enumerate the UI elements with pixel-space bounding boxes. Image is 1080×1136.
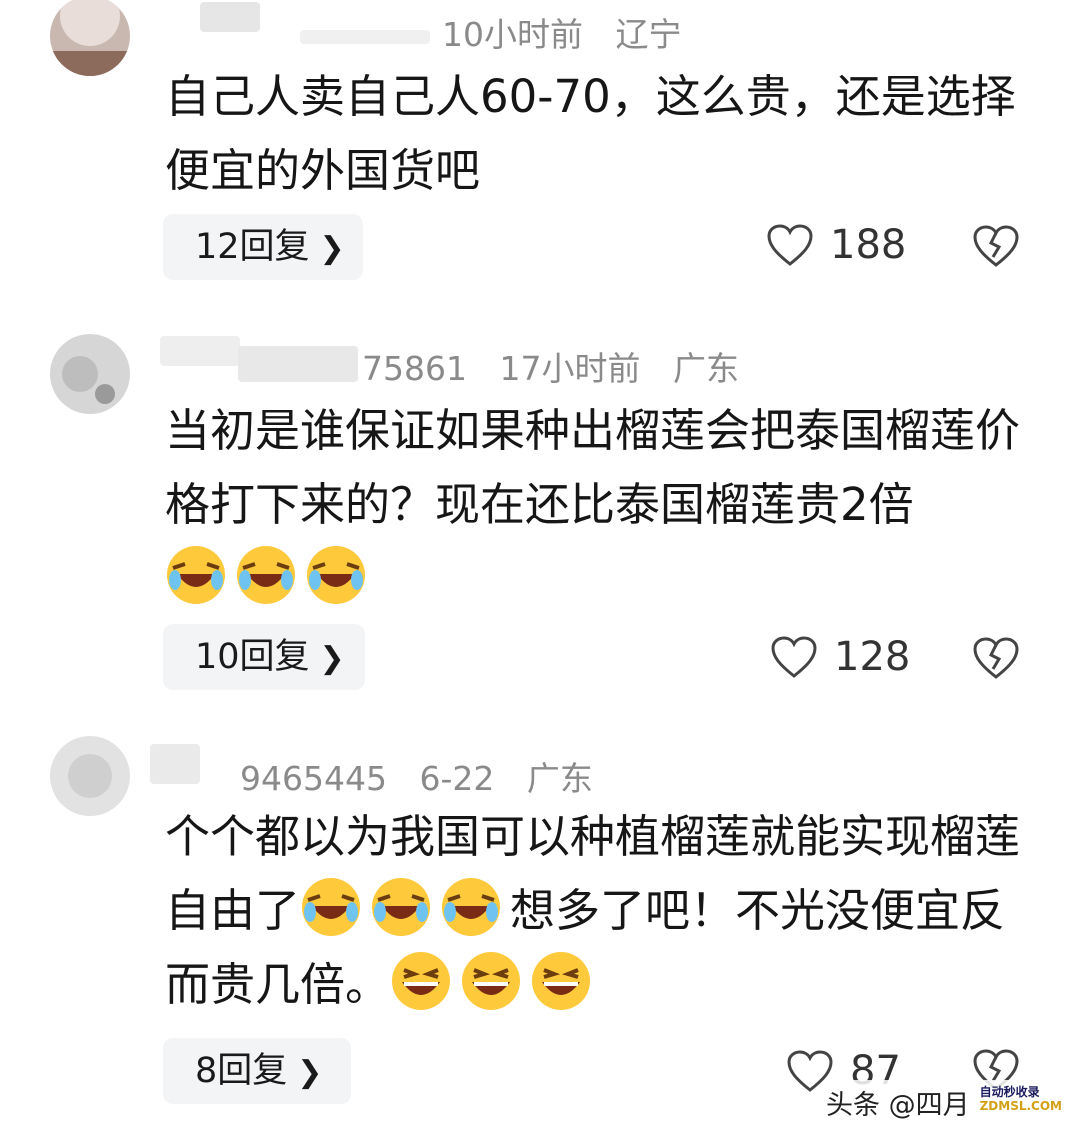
grin-emoji	[460, 950, 522, 1012]
username-blurred	[150, 744, 200, 784]
avatar[interactable]	[50, 736, 130, 816]
dislike-button[interactable]	[972, 636, 1020, 684]
laugh-cry-emoji	[440, 876, 502, 938]
watermark-logo: 自动秒收录 ZDMSL.COM	[980, 1085, 1070, 1119]
comment-time: 10小时前	[442, 15, 583, 54]
like-count: 128	[834, 634, 911, 680]
avatar-image	[50, 334, 130, 414]
comment-meta: 9465445 6-22 广东	[240, 752, 615, 800]
avatar[interactable]	[50, 334, 130, 414]
comment-time: 17小时前	[499, 349, 641, 388]
replies-count: 12回复	[195, 227, 310, 267]
watermark-text: 头条 @四月	[826, 1089, 970, 1121]
grin-emoji	[530, 950, 592, 1012]
replies-button[interactable]: 10回复 ❯	[163, 624, 365, 690]
avatar-image	[50, 736, 130, 816]
like-button[interactable]: 188	[766, 222, 906, 268]
comment-meta: 10小时前 辽宁	[442, 8, 704, 56]
chevron-right-icon: ❯	[297, 1055, 323, 1090]
comment-time: 6-22	[419, 759, 495, 798]
replies-count: 8回复	[195, 1051, 288, 1091]
comment-location: 广东	[672, 349, 739, 388]
comment-location: 辽宁	[615, 15, 682, 54]
watermark-logo-line1: 自动秒收录	[979, 1085, 1040, 1099]
username-blurred	[160, 336, 240, 366]
username-blurred	[300, 30, 430, 44]
username-blurred	[238, 346, 358, 382]
heart-icon	[767, 224, 813, 266]
comment-location: 广东	[526, 759, 593, 798]
replies-button[interactable]: 8回复 ❯	[163, 1038, 351, 1104]
laugh-cry-emoji	[165, 544, 227, 606]
chevron-right-icon: ❯	[319, 231, 345, 266]
username-blurred	[200, 2, 260, 32]
laugh-cry-emoji	[305, 544, 367, 606]
broken-heart-icon	[973, 637, 1019, 679]
comment-text: 个个都以为我国可以种植榴莲就能实现榴莲自由了 想多了吧！不光没便宜反而贵几倍。	[165, 810, 1021, 1012]
replies-button[interactable]: 12回复 ❯	[163, 214, 363, 280]
comment-text: 自己人卖自己人60-70，这么贵，还是选择便宜的外国货吧	[165, 70, 1016, 197]
laugh-cry-emoji	[235, 544, 297, 606]
like-count: 188	[830, 222, 907, 268]
avatar[interactable]	[50, 0, 130, 76]
chevron-right-icon: ❯	[319, 641, 345, 676]
broken-heart-icon	[973, 225, 1019, 267]
watermark: 头条 @四月 自动秒收录 ZDMSL.COM	[826, 1080, 1076, 1124]
heart-icon	[771, 636, 817, 678]
laugh-cry-emoji	[370, 876, 432, 938]
comment-meta: 75861 17小时前 广东	[362, 342, 761, 390]
dislike-button[interactable]	[972, 224, 1020, 272]
username-partial: 9465445	[240, 759, 387, 798]
grin-emoji	[390, 950, 452, 1012]
laugh-cry-emoji	[300, 876, 362, 938]
watermark-logo-line2: ZDMSL.COM	[979, 1099, 1062, 1113]
replies-count: 10回复	[195, 637, 310, 677]
avatar-image	[50, 0, 130, 76]
like-button[interactable]: 128	[770, 634, 910, 680]
username-partial: 75861	[362, 349, 467, 388]
comment-text: 当初是谁保证如果种出榴莲会把泰国榴莲价格打下来的？现在还比泰国榴莲贵2倍	[165, 394, 1035, 616]
